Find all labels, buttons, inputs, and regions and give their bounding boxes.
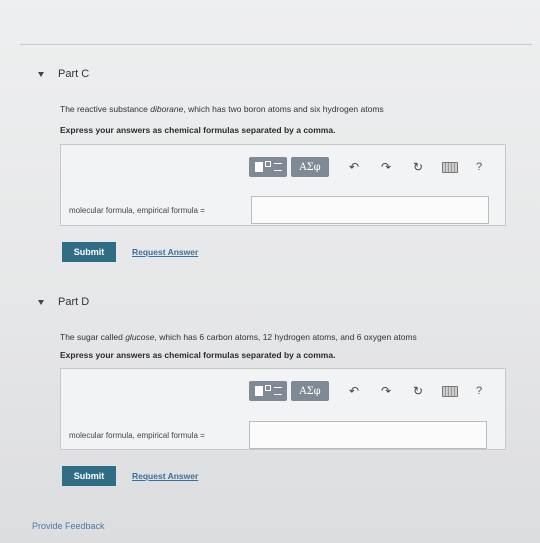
- question-term: diborane: [150, 104, 184, 114]
- top-divider: [20, 44, 532, 45]
- question-term: glucose: [125, 332, 155, 342]
- page: Part C The reactive substance diborane, …: [0, 0, 540, 543]
- greek-symbols-button[interactable]: ΑΣφ: [291, 157, 329, 177]
- redo-icon[interactable]: ↷: [375, 381, 397, 401]
- answer-input[interactable]: [251, 196, 489, 224]
- answer-label: molecular formula, empirical formula =: [69, 431, 205, 440]
- keyboard-glyph: [442, 385, 458, 397]
- request-answer-link[interactable]: Request Answer: [132, 247, 198, 257]
- templates-button[interactable]: [249, 381, 287, 401]
- templates-button[interactable]: [249, 157, 287, 177]
- keyboard-icon[interactable]: [439, 157, 461, 177]
- question-suffix: , which has 6 carbon atoms, 12 hydrogen …: [154, 332, 417, 342]
- math-toolbar: ΑΣφ ↶ ↷ ↻ ?: [249, 157, 487, 177]
- part-d-question: The sugar called glucose, which has 6 ca…: [60, 332, 417, 342]
- keyboard-icon[interactable]: [439, 381, 461, 401]
- reset-icon[interactable]: ↻: [407, 381, 429, 401]
- math-toolbar: ΑΣφ ↶ ↷ ↻ ?: [249, 381, 487, 401]
- part-d-answer-box: ΑΣφ ↶ ↷ ↻ ? molecular formula, empirical…: [60, 368, 506, 450]
- part-c-answer-box: ΑΣφ ↶ ↷ ↻ ? molecular formula, empirical…: [60, 144, 506, 226]
- part-d-title: Part D: [58, 296, 90, 308]
- provide-feedback-link[interactable]: Provide Feedback: [32, 521, 105, 531]
- collapse-caret-icon[interactable]: [38, 299, 44, 305]
- undo-icon[interactable]: ↶: [343, 157, 365, 177]
- help-icon[interactable]: ?: [471, 157, 487, 177]
- template-superscript-icon: [264, 385, 271, 391]
- template-superscript-icon: [264, 161, 271, 167]
- template-fraction-icon: [273, 387, 282, 395]
- keyboard-glyph: [442, 161, 458, 173]
- template-fraction-icon: [273, 163, 282, 171]
- question-prefix: The sugar called: [60, 332, 126, 342]
- reset-icon[interactable]: ↻: [407, 157, 429, 177]
- submit-button[interactable]: Submit: [62, 466, 116, 486]
- submit-button[interactable]: Submit: [62, 242, 116, 262]
- part-d-instruction: Express your answers as chemical formula…: [60, 350, 336, 360]
- part-c-header[interactable]: Part C: [38, 68, 89, 80]
- part-d-header[interactable]: Part D: [38, 296, 89, 308]
- answer-label: molecular formula, empirical formula =: [69, 206, 205, 215]
- part-c-instruction: Express your answers as chemical formula…: [60, 125, 336, 135]
- part-c-title: Part C: [58, 68, 90, 80]
- help-icon[interactable]: ?: [471, 381, 487, 401]
- template-square-icon: [254, 386, 263, 396]
- template-square-icon: [254, 162, 263, 172]
- question-prefix: The reactive substance: [60, 104, 151, 114]
- request-answer-link[interactable]: Request Answer: [132, 471, 198, 481]
- collapse-caret-icon[interactable]: [38, 71, 44, 77]
- part-c-question: The reactive substance diborane, which h…: [60, 104, 384, 114]
- question-suffix: , which has two boron atoms and six hydr…: [183, 104, 384, 114]
- answer-input[interactable]: [249, 421, 487, 449]
- redo-icon[interactable]: ↷: [375, 157, 397, 177]
- greek-symbols-button[interactable]: ΑΣφ: [291, 381, 329, 401]
- undo-icon[interactable]: ↶: [343, 381, 365, 401]
